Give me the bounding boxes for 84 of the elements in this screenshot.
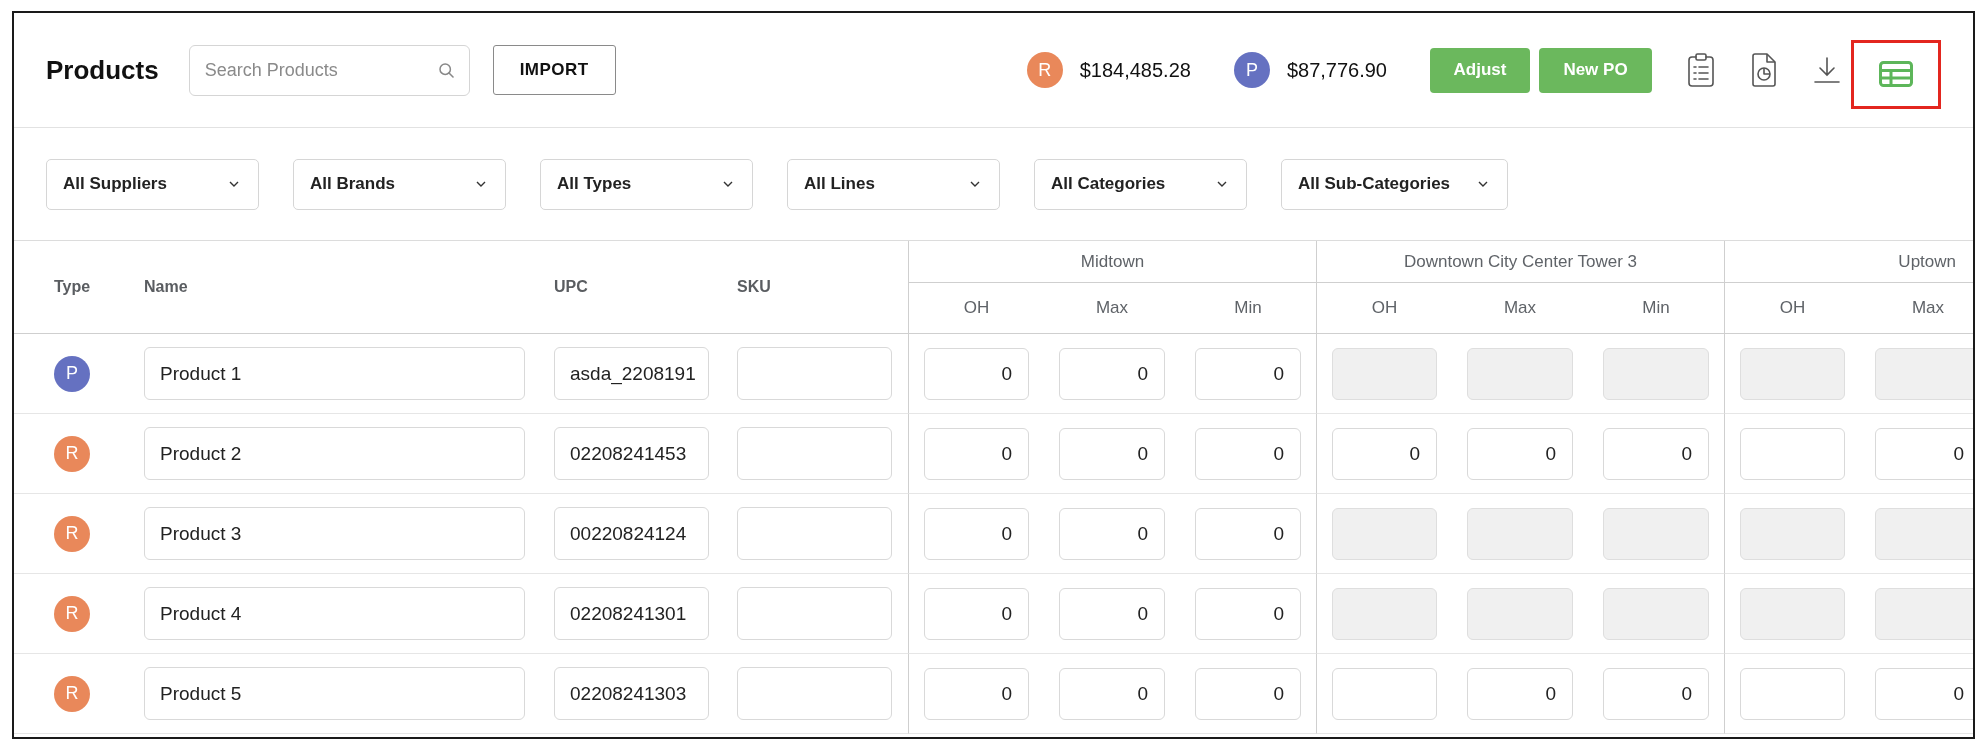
column-header: Max xyxy=(1095,298,1129,318)
download-icon[interactable] xyxy=(1813,56,1841,84)
quantity-field[interactable]: 0 xyxy=(1195,427,1301,480)
quantity-field[interactable]: 0 xyxy=(1059,667,1165,720)
quantity-field[interactable] xyxy=(1332,667,1437,720)
quantity-field[interactable]: 0 xyxy=(1467,667,1573,720)
quantity-field[interactable]: 0 xyxy=(1332,427,1437,480)
column-header: OH xyxy=(963,298,990,318)
total-amount: $184,485.28 xyxy=(1079,58,1191,82)
type-badge: P xyxy=(1233,52,1270,88)
column-header: Max xyxy=(1503,298,1537,318)
type-badge: P xyxy=(54,355,90,392)
filter-dropdown[interactable]: All Brands xyxy=(293,158,506,210)
search-field[interactable]: Search Products xyxy=(188,44,470,96)
quantity-field[interactable] xyxy=(1740,667,1845,720)
table-icon[interactable] xyxy=(1879,61,1913,87)
quantity-field[interactable]: 0 xyxy=(1195,507,1301,560)
quantity-field[interactable]: 0 xyxy=(1195,347,1301,400)
sku-field[interactable] xyxy=(737,427,892,480)
sku-field[interactable] xyxy=(737,507,892,560)
name-field[interactable]: Product 4 xyxy=(144,587,525,640)
type-badge: R xyxy=(54,595,90,632)
upc-field[interactable]: 02208241301 xyxy=(554,587,709,640)
column-header: Name xyxy=(144,278,188,296)
location-header: Downtown City Center Tower 3 xyxy=(1403,251,1638,272)
column-header: OH xyxy=(1779,298,1806,318)
type-badge: R xyxy=(1026,52,1063,88)
upc-field[interactable]: 00220824124 xyxy=(554,507,709,560)
quantity-field[interactable]: 0 xyxy=(1059,507,1165,560)
quantity-field[interactable]: 0 xyxy=(1603,427,1709,480)
filter-dropdown[interactable]: All Types xyxy=(540,158,753,210)
name-field[interactable]: Product 3 xyxy=(144,507,525,560)
quantity-field[interactable]: 0 xyxy=(1059,587,1165,640)
filter-dropdown[interactable]: All Categories xyxy=(1034,158,1247,210)
location-header: Midtown xyxy=(1080,251,1145,272)
upc-field[interactable]: 02208241453 xyxy=(554,427,709,480)
quantity-field[interactable] xyxy=(1740,427,1845,480)
column-header: UPC xyxy=(554,278,588,296)
filter-dropdown[interactable]: All Suppliers xyxy=(46,158,259,210)
column-header: OH xyxy=(1371,298,1398,318)
search-icon[interactable] xyxy=(438,62,454,78)
column-header: SKU xyxy=(737,278,771,296)
quantity-field[interactable]: 0 xyxy=(924,347,1029,400)
name-field[interactable]: Product 2 xyxy=(144,427,525,480)
chevron-down-icon xyxy=(1478,181,1489,187)
upc-field[interactable]: 02208241303 xyxy=(554,667,709,720)
column-header: Type xyxy=(54,278,91,296)
name-field[interactable]: Product 5 xyxy=(144,667,525,720)
type-badge: R xyxy=(54,675,90,712)
chevron-down-icon xyxy=(476,181,486,187)
import-button[interactable]: IMPORT xyxy=(492,45,616,95)
quantity-field[interactable]: 0 xyxy=(1875,667,1973,720)
page-title: Products xyxy=(46,54,159,86)
upc-field[interactable]: asda_2208191 xyxy=(554,347,709,400)
chevron-down-icon xyxy=(723,181,733,187)
chevron-down-icon xyxy=(229,181,239,187)
quantity-field[interactable]: 0 xyxy=(1875,427,1973,480)
column-header: Max xyxy=(1911,298,1945,318)
chevron-down-icon xyxy=(970,181,980,187)
sku-field[interactable] xyxy=(737,587,892,640)
type-badge: R xyxy=(54,515,90,552)
chevron-down-icon xyxy=(1217,181,1227,187)
quantity-field[interactable]: 0 xyxy=(924,667,1029,720)
quantity-field[interactable]: 0 xyxy=(1059,347,1165,400)
quantity-field[interactable]: 0 xyxy=(1603,667,1709,720)
quantity-field[interactable]: 0 xyxy=(924,507,1029,560)
quantity-field[interactable]: 0 xyxy=(924,427,1029,480)
sku-field[interactable] xyxy=(737,347,892,400)
column-header: Min xyxy=(1642,298,1670,318)
clipboard-list-icon[interactable] xyxy=(1688,53,1714,87)
location-header: Uptown xyxy=(1898,251,1956,272)
quantity-field[interactable]: 0 xyxy=(1467,427,1573,480)
column-header: Min xyxy=(1234,298,1262,318)
quantity-field[interactable]: 0 xyxy=(1195,587,1301,640)
filter-dropdown[interactable]: All Sub-Categories xyxy=(1281,158,1509,210)
quantity-field[interactable]: 0 xyxy=(1059,427,1165,480)
total-amount: $87,776.90 xyxy=(1286,58,1387,82)
name-field[interactable]: Product 1 xyxy=(144,347,525,400)
quantity-field[interactable]: 0 xyxy=(1195,667,1301,720)
document-chart-icon[interactable] xyxy=(1752,53,1776,87)
type-badge: R xyxy=(54,435,90,472)
filter-dropdown[interactable]: All Lines xyxy=(787,158,1000,210)
quantity-field[interactable]: 0 xyxy=(924,587,1029,640)
sku-field[interactable] xyxy=(737,667,892,720)
